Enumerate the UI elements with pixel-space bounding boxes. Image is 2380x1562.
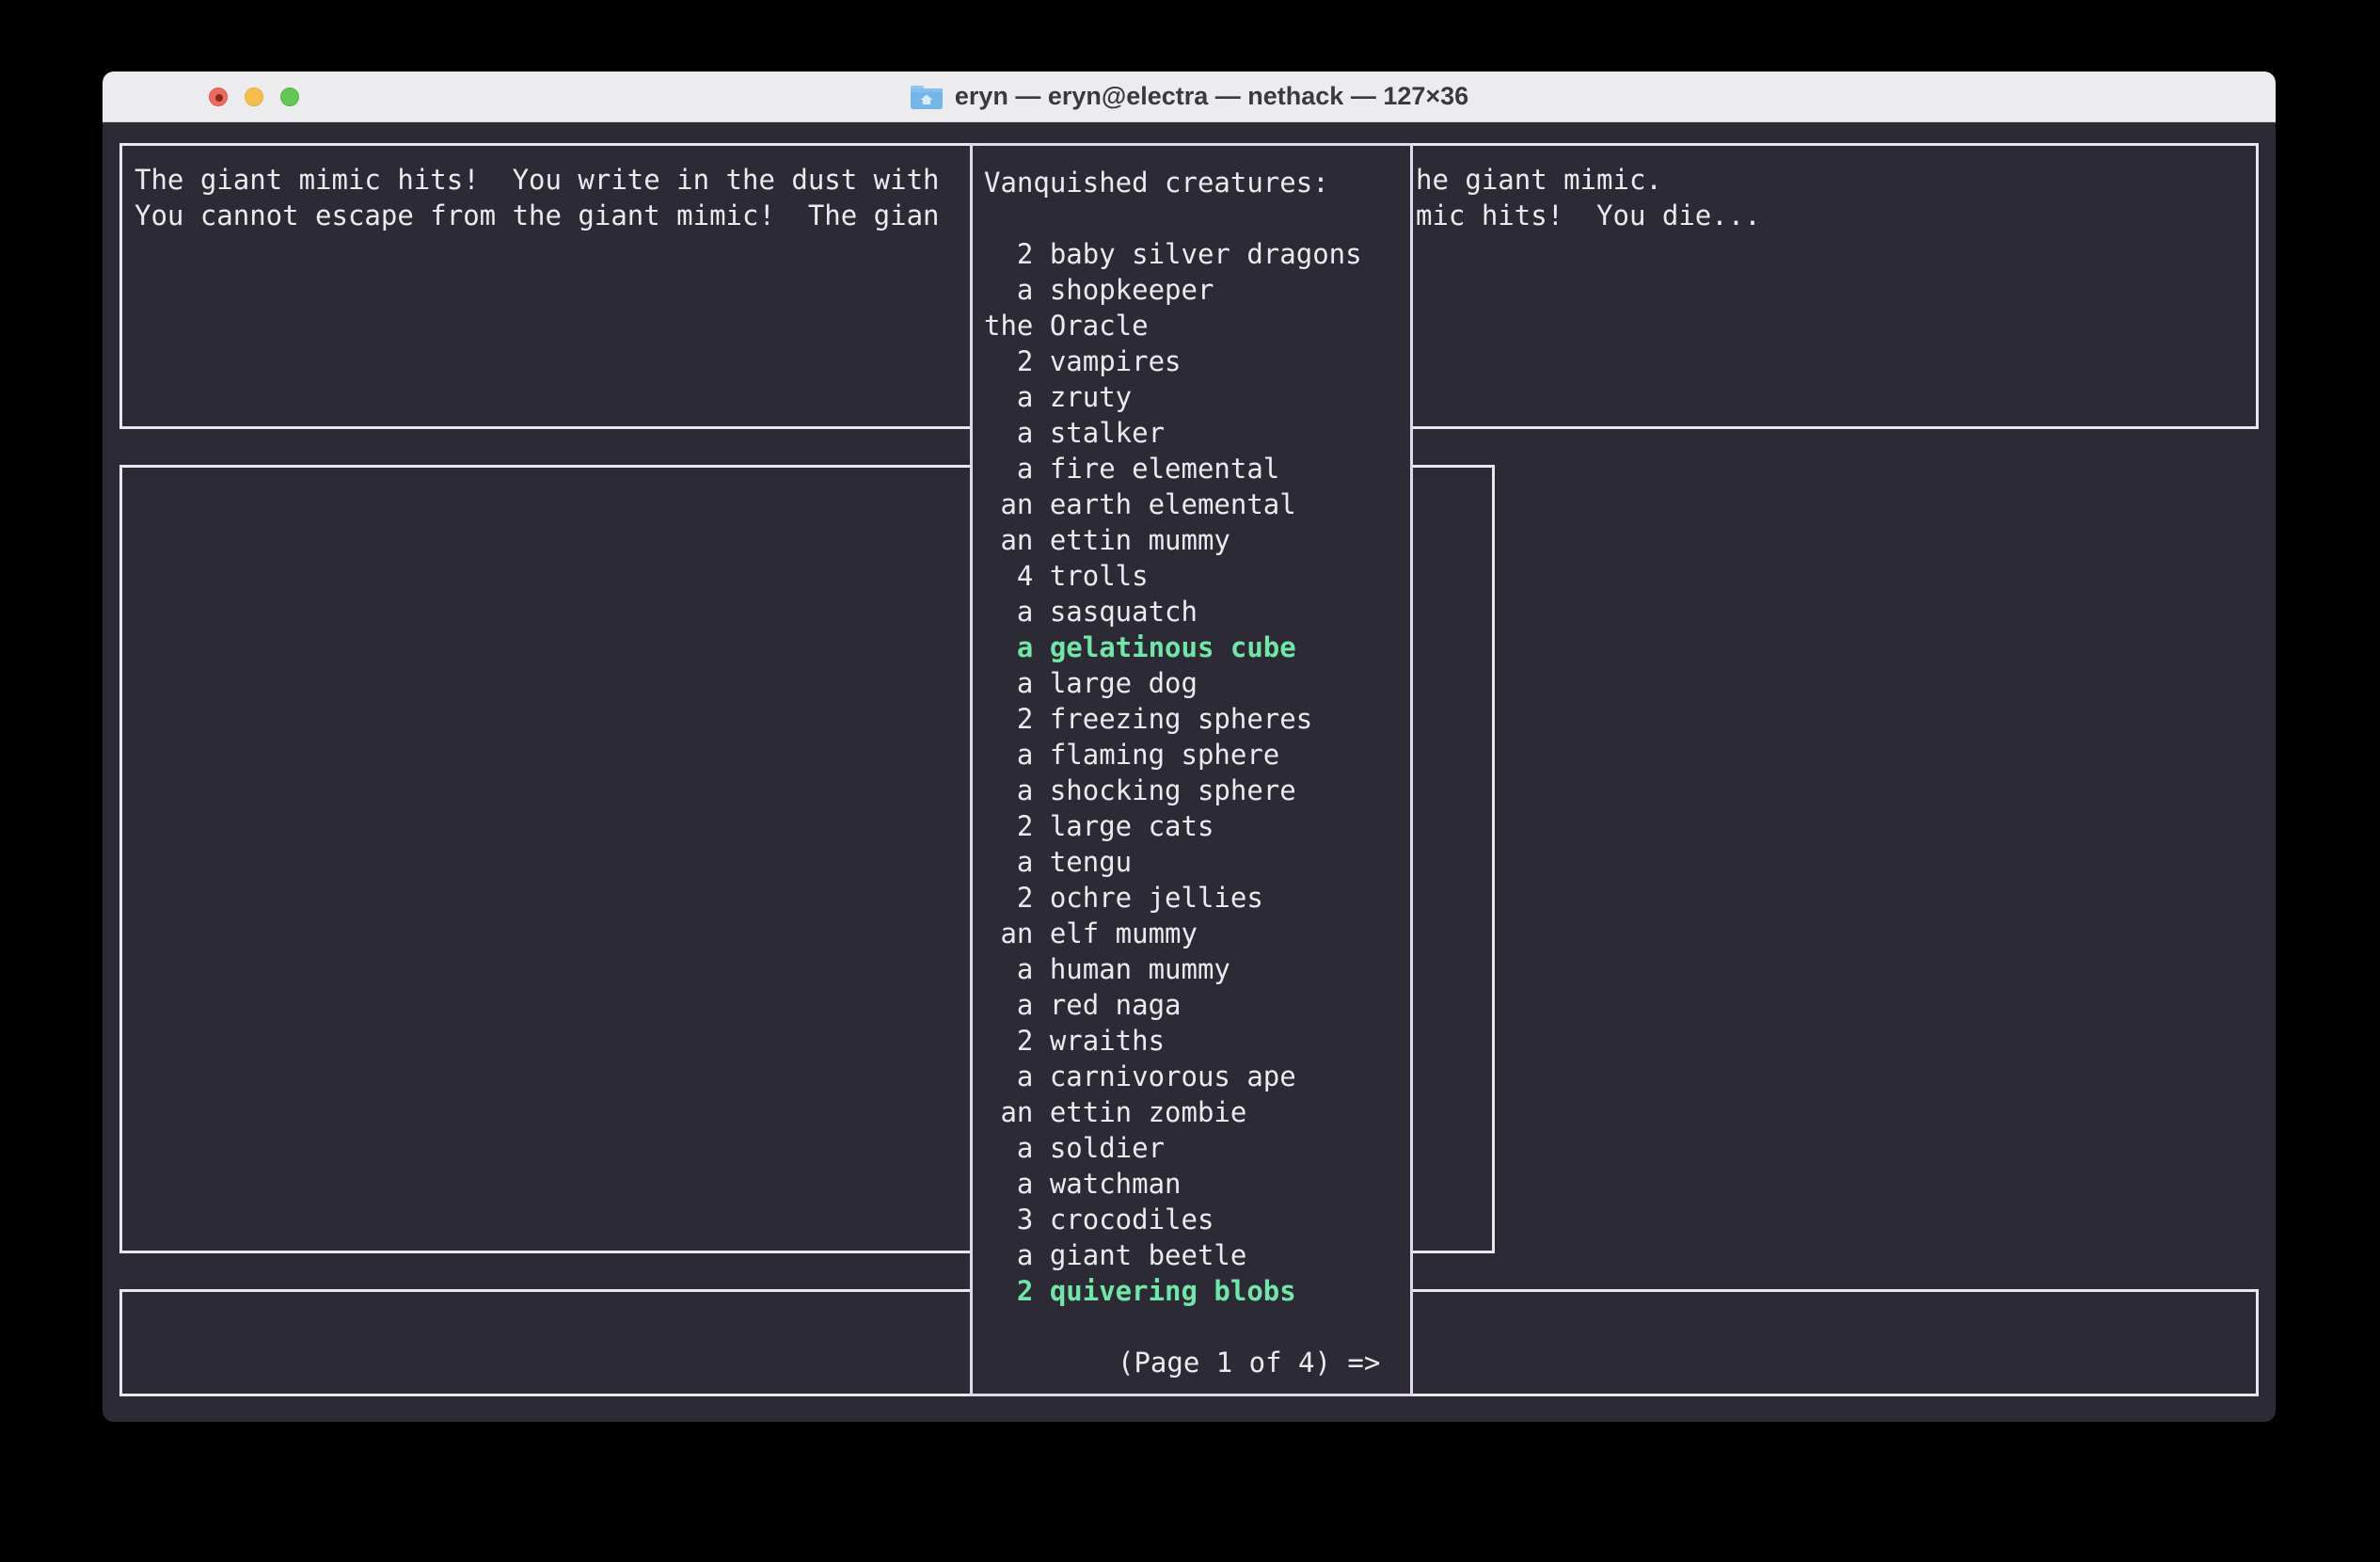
terminal-window: eryn — eryn@electra — nethack — 127×36 T…	[103, 72, 2276, 1422]
message-line-2-right: mic hits! You die...	[1416, 198, 1761, 233]
close-button[interactable]	[209, 88, 228, 106]
list-item: a zruty	[984, 379, 1407, 415]
list-item: 2 large cats	[984, 808, 1407, 844]
list-item: an ettin zombie	[984, 1094, 1407, 1130]
list-item: a flaming sphere	[984, 737, 1407, 773]
list-item: a shocking sphere	[984, 773, 1407, 808]
list-item: an elf mummy	[984, 916, 1407, 951]
message-line-1-left: The giant mimic hits! You write in the d…	[135, 162, 940, 198]
traffic-light-buttons	[209, 72, 299, 122]
list-item: a sasquatch	[984, 594, 1407, 630]
list-item: a shopkeeper	[984, 272, 1407, 308]
list-item: 2 quivering blobs	[984, 1273, 1407, 1309]
list-item: a soldier	[984, 1130, 1407, 1166]
blank-row	[984, 200, 1407, 236]
list-item: 2 freezing spheres	[984, 701, 1407, 737]
list-item: a watchman	[984, 1166, 1407, 1202]
list-item: a large dog	[984, 665, 1407, 701]
home-folder-icon[interactable]	[910, 83, 944, 111]
page-indicator: (Page 1 of 4) =>	[1118, 1345, 1380, 1380]
minimize-button[interactable]	[245, 88, 263, 106]
list-item: a gelatinous cube	[984, 630, 1407, 665]
vanquished-list: 2 baby silver dragons a shopkeeperthe Or…	[984, 236, 1407, 1309]
desktop-background: { "window": { "title": "eryn — eryn@elec…	[0, 0, 2380, 1562]
list-item: 4 trolls	[984, 558, 1407, 594]
zoom-button[interactable]	[280, 88, 299, 106]
list-item: 2 vampires	[984, 343, 1407, 379]
list-item: a stalker	[984, 415, 1407, 451]
list-item: the Oracle	[984, 308, 1407, 343]
list-item: a human mummy	[984, 951, 1407, 987]
terminal-screen[interactable]: The giant mimic hits! You write in the d…	[103, 122, 2276, 1422]
list-item: 2 ochre jellies	[984, 880, 1407, 916]
list-item: a carnivorous ape	[984, 1059, 1407, 1094]
list-item: 2 wraiths	[984, 1023, 1407, 1059]
message-line-2-left: You cannot escape from the giant mimic! …	[135, 198, 940, 233]
window-title-group: eryn — eryn@electra — nethack — 127×36	[910, 82, 1468, 111]
list-item: 3 crocodiles	[984, 1202, 1407, 1237]
window-title: eryn — eryn@electra — nethack — 127×36	[955, 82, 1468, 111]
panel-title: Vanquished creatures:	[984, 165, 1407, 200]
list-item: 2 baby silver dragons	[984, 236, 1407, 272]
window-titlebar[interactable]: eryn — eryn@electra — nethack — 127×36	[103, 72, 2276, 122]
list-item: a red naga	[984, 987, 1407, 1023]
list-item: an ettin mummy	[984, 522, 1407, 558]
vanquished-creatures-panel: Vanquished creatures: 2 baby silver drag…	[970, 143, 1413, 1396]
list-item: an earth elemental	[984, 486, 1407, 522]
list-item: a tengu	[984, 844, 1407, 880]
list-item: a fire elemental	[984, 451, 1407, 486]
list-item: a giant beetle	[984, 1237, 1407, 1273]
message-line-1-right: he giant mimic.	[1416, 162, 1662, 198]
